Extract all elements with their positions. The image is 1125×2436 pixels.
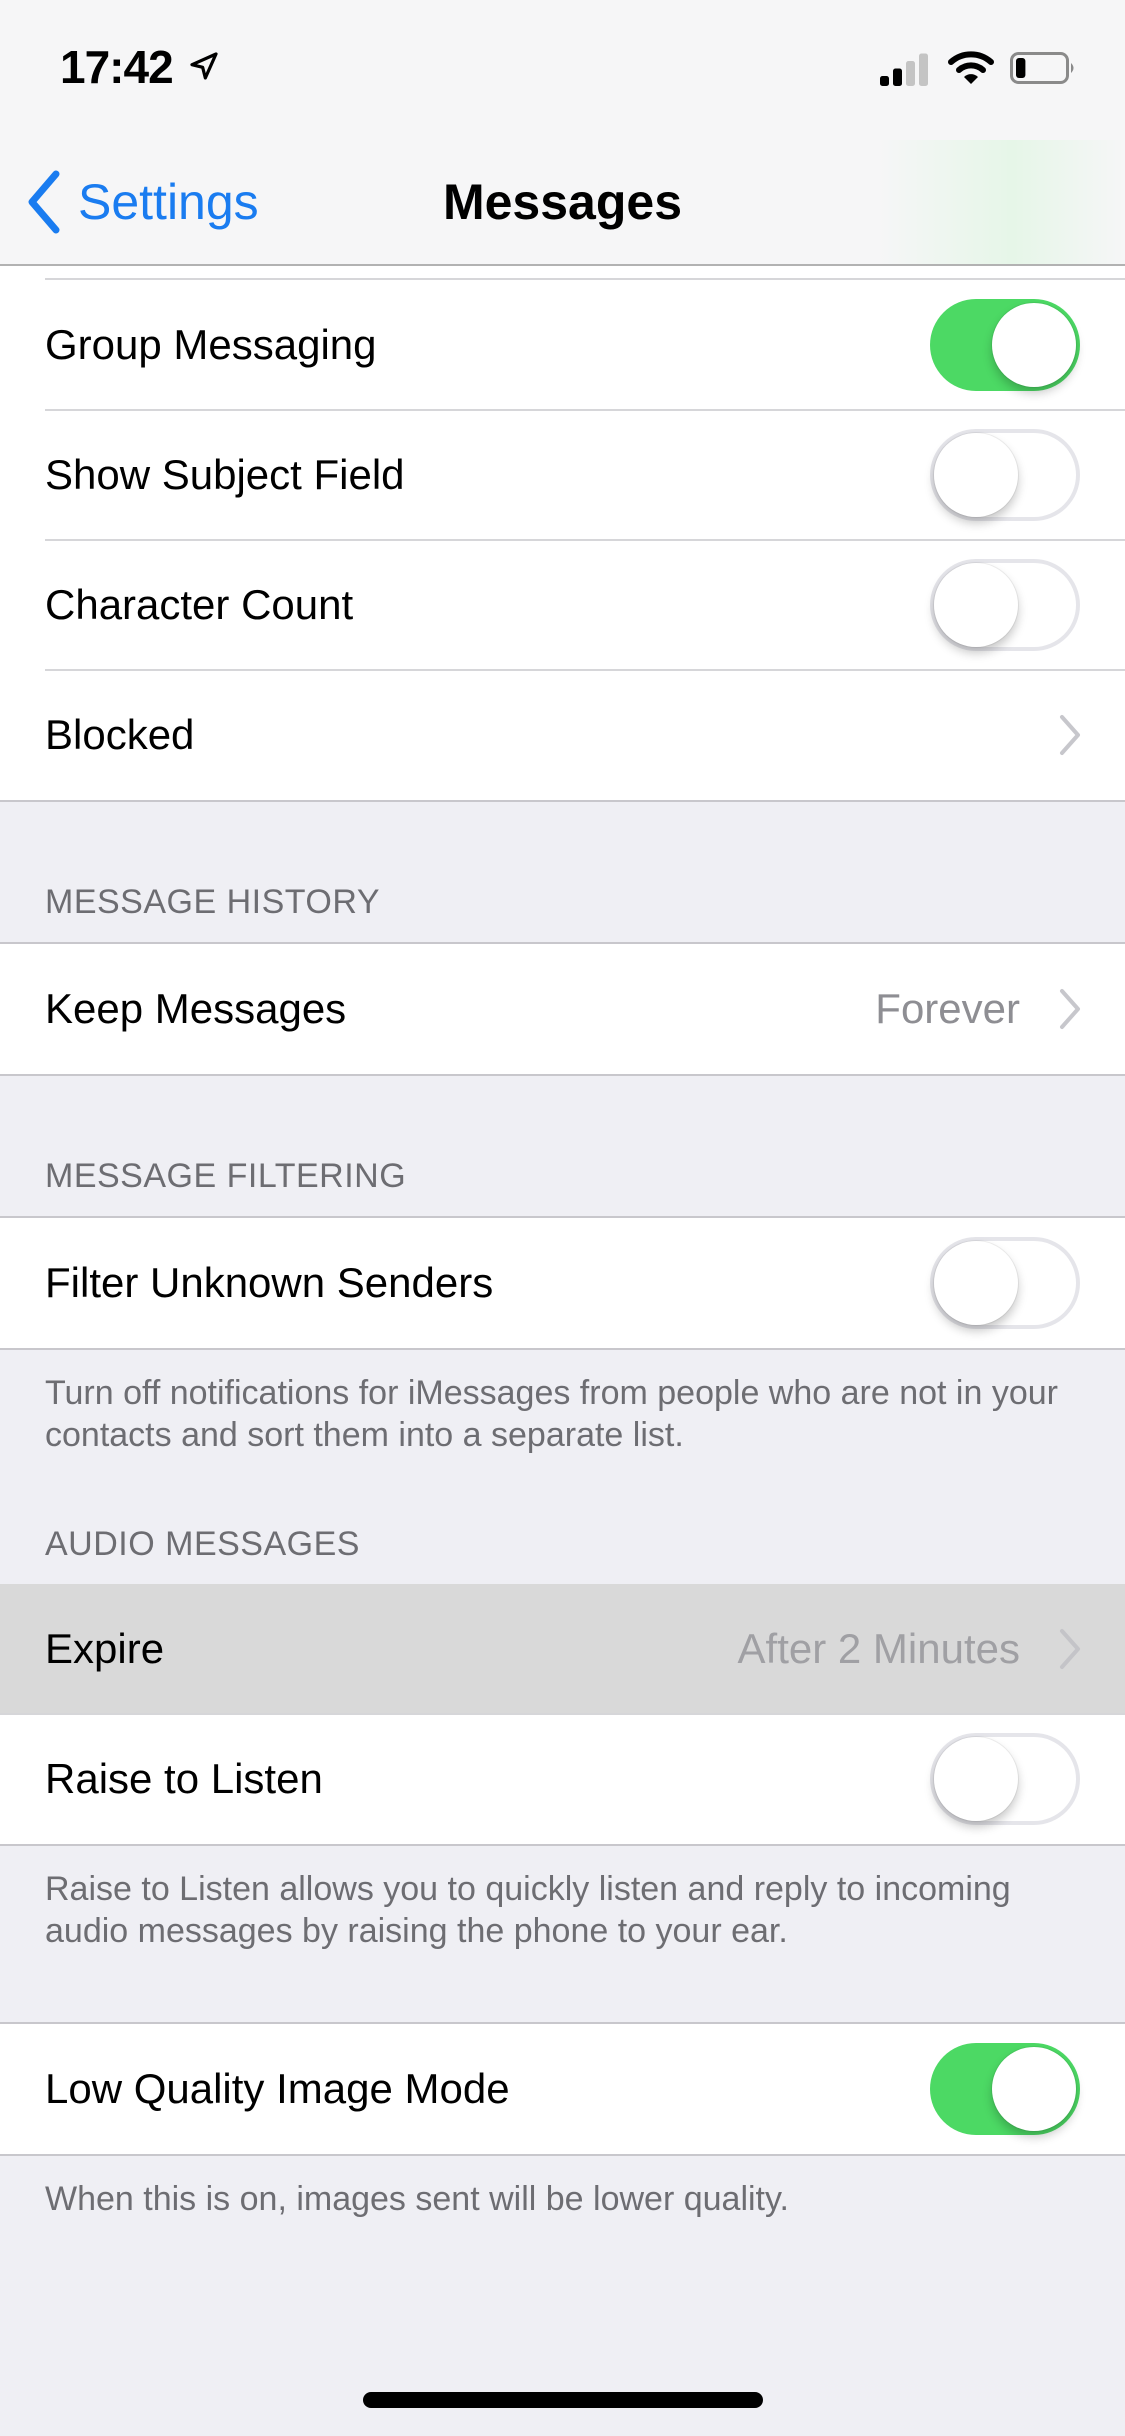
toggle-knob bbox=[934, 1737, 1018, 1821]
location-arrow-icon bbox=[190, 52, 218, 80]
expire-row[interactable]: Expire After 2 Minutes bbox=[0, 1584, 1125, 1714]
signal-bar bbox=[880, 76, 889, 86]
raise-to-listen-toggle[interactable] bbox=[930, 1733, 1080, 1825]
image-quality-group: Low Quality Image Mode bbox=[0, 2022, 1125, 2156]
low-quality-image-mode-row[interactable]: Low Quality Image Mode bbox=[0, 2024, 1125, 2154]
message-history-group: Keep Messages Forever bbox=[0, 942, 1125, 1076]
section-header-audio-messages: AUDIO MESSAGES bbox=[45, 1525, 360, 1563]
signal-bar bbox=[906, 61, 915, 86]
row-label: Expire bbox=[45, 1625, 165, 1672]
audio-messages-group: Expire After 2 Minutes Raise to Listen bbox=[0, 1584, 1125, 1846]
section-header-message-filtering: MESSAGE FILTERING bbox=[45, 1157, 407, 1195]
signal-bar bbox=[893, 68, 902, 86]
toggle-knob bbox=[992, 303, 1076, 387]
toggle-knob bbox=[992, 2047, 1076, 2131]
group-messaging-toggle[interactable] bbox=[930, 299, 1080, 391]
message-filtering-group: Filter Unknown Senders bbox=[0, 1216, 1125, 1350]
show-subject-field-toggle[interactable] bbox=[930, 429, 1080, 521]
toggle-knob bbox=[934, 1241, 1018, 1325]
signal-bar bbox=[919, 53, 928, 86]
section-header-message-history: MESSAGE HISTORY bbox=[45, 883, 380, 921]
filter-unknown-senders-row[interactable]: Filter Unknown Senders bbox=[0, 1218, 1125, 1348]
filter-unknown-senders-toggle[interactable] bbox=[930, 1237, 1080, 1329]
toggle-knob bbox=[934, 433, 1018, 517]
chevron-right-icon bbox=[1060, 989, 1080, 1029]
low-quality-footer-text: When this is on, images sent will be low… bbox=[45, 2180, 789, 2218]
toggle-knob bbox=[934, 563, 1018, 647]
low-quality-image-mode-toggle[interactable] bbox=[930, 2043, 1080, 2135]
show-subject-field-row[interactable]: Show Subject Field bbox=[0, 409, 1125, 540]
row-label: Group Messaging bbox=[45, 321, 377, 368]
group-messaging-row[interactable]: Group Messaging bbox=[0, 280, 1125, 410]
row-label: Show Subject Field bbox=[45, 451, 405, 498]
raise-to-listen-footer-text: Raise to Listen allows you to quickly li… bbox=[45, 1870, 1011, 1950]
chevron-right-icon bbox=[1060, 715, 1080, 755]
keep-messages-row[interactable]: Keep Messages Forever bbox=[0, 944, 1125, 1074]
status-bar: 17:42 bbox=[0, 0, 1125, 140]
row-label: Filter Unknown Senders bbox=[45, 1259, 494, 1306]
wifi-icon bbox=[948, 51, 994, 84]
blocked-row[interactable]: Blocked bbox=[0, 669, 1125, 800]
home-indicator[interactable] bbox=[363, 2392, 763, 2408]
character-count-toggle[interactable] bbox=[930, 559, 1080, 651]
cellular-signal-icon bbox=[880, 53, 928, 86]
expire-value: After 2 Minutes bbox=[737, 1625, 1020, 1672]
status-time: 17:42 bbox=[60, 41, 174, 93]
row-label: Blocked bbox=[45, 711, 195, 758]
page-title: Messages bbox=[442, 174, 683, 230]
previous-row-cut bbox=[0, 266, 1125, 280]
chevron-right-icon bbox=[1060, 1629, 1080, 1669]
character-count-row[interactable]: Character Count bbox=[0, 539, 1125, 670]
keep-messages-value: Forever bbox=[875, 985, 1020, 1032]
settings-list: Group Messaging Show Subject Field Chara… bbox=[0, 266, 1125, 2220]
battery-icon bbox=[1010, 52, 1074, 84]
general-group: Group Messaging Show Subject Field Chara… bbox=[0, 266, 1125, 802]
row-label: Raise to Listen bbox=[45, 1755, 323, 1802]
filtering-footer-text: Turn off notifications for iMessages fro… bbox=[45, 1374, 1058, 1454]
row-label: Keep Messages bbox=[45, 985, 347, 1032]
row-label: Character Count bbox=[45, 581, 354, 628]
navigation-bar: Settings Messages bbox=[0, 140, 1125, 266]
row-label: Low Quality Image Mode bbox=[45, 2065, 510, 2112]
raise-to-listen-row[interactable]: Raise to Listen bbox=[0, 1713, 1125, 1844]
